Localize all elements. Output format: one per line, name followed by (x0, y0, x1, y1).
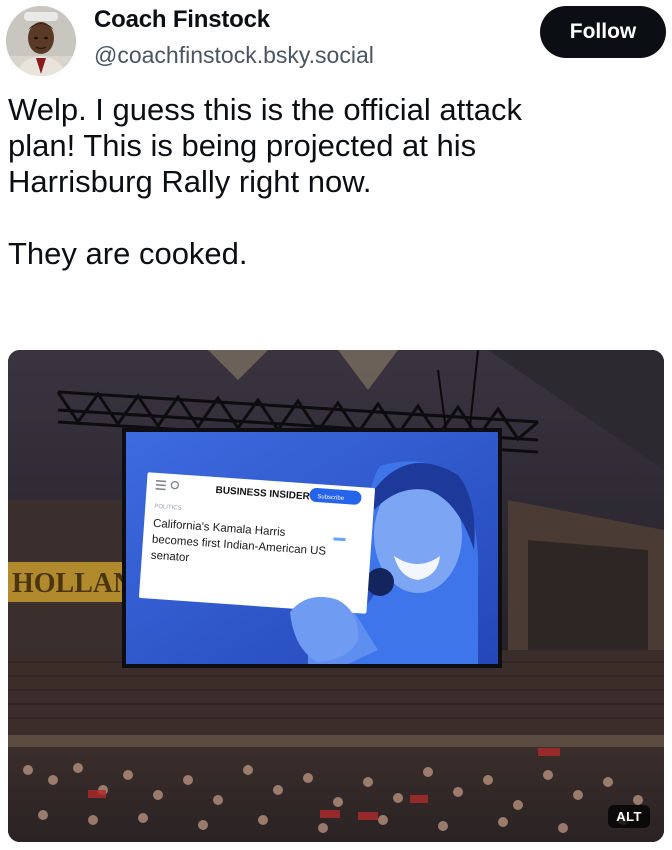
avatar[interactable] (6, 6, 76, 76)
author-handle[interactable]: @coachfinstock.bsky.social (94, 42, 374, 69)
post-body: Welp. I guess this is the official attac… (8, 92, 658, 272)
post-header: Coach Finstock @coachfinstock.bsky.socia… (0, 0, 672, 90)
arena-photo: HOLLAN BUSINESS INSIDER Subscribe POLITI… (8, 350, 664, 842)
post-text-line: Welp. I guess this is the official attac… (8, 92, 523, 127)
person-avatar-icon (6, 6, 76, 76)
follow-button[interactable]: Follow (540, 6, 666, 58)
post-text-line: plan! This is being projected at his (8, 128, 477, 163)
author-display-name[interactable]: Coach Finstock (94, 6, 270, 34)
post-text-line: Harrisburg Rally right now. (8, 164, 372, 199)
post-text-line: They are cooked. (8, 236, 248, 271)
alt-text-badge[interactable]: ALT (608, 805, 650, 828)
arena-banner-text: HOLLAN (12, 568, 133, 599)
post-image[interactable]: HOLLAN BUSINESS INSIDER Subscribe POLITI… (8, 350, 664, 842)
